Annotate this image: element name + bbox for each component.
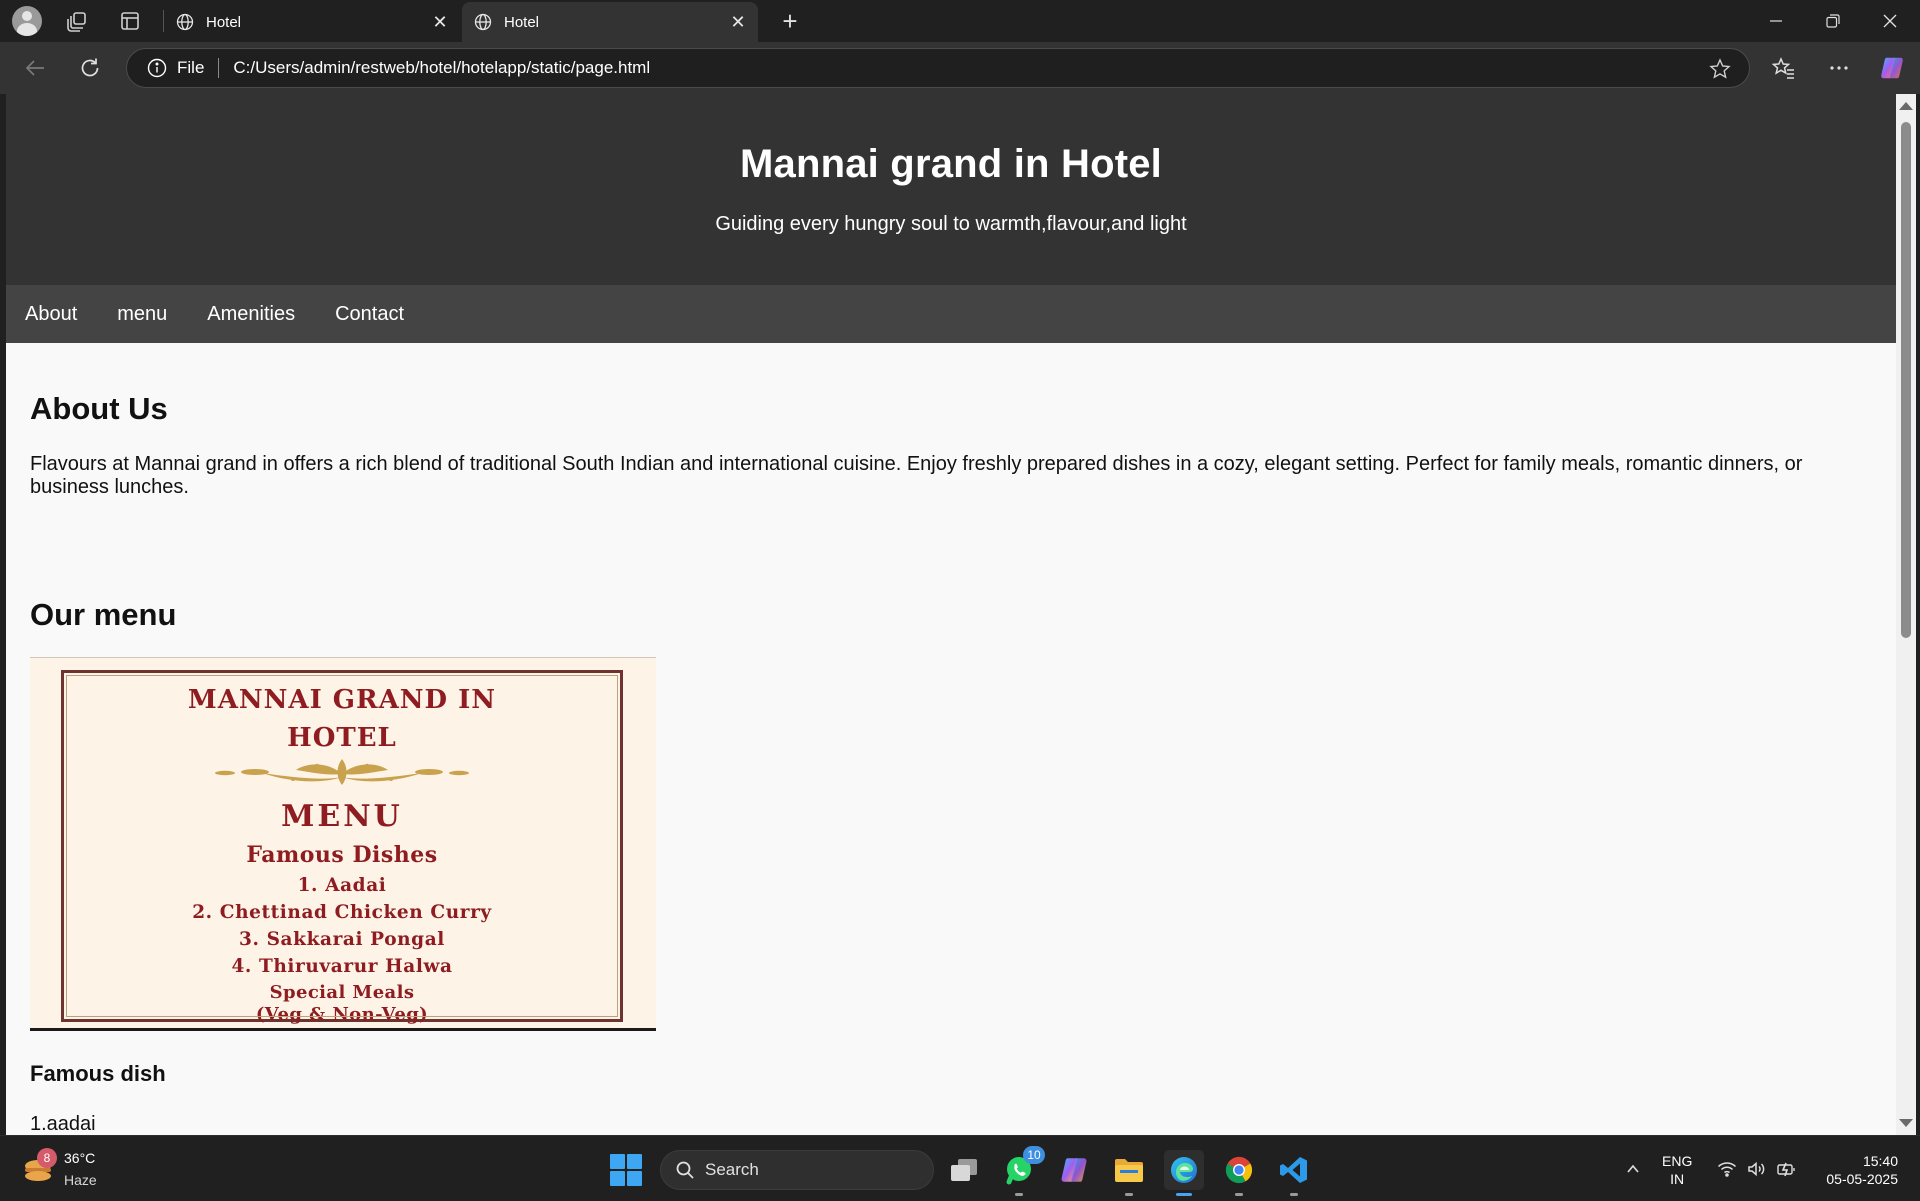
menu-card-hotel-line1: MANNAI GRAND IN <box>187 685 497 715</box>
region-code: IN <box>1670 1171 1685 1187</box>
scroll-up-arrow-icon[interactable] <box>1899 102 1913 110</box>
app-running-indicator <box>1015 1193 1023 1196</box>
nav-link-amenities[interactable]: Amenities <box>207 303 295 326</box>
clock-date: 05-05-2025 <box>1826 1171 1898 1187</box>
app-active-indicator <box>1176 1193 1192 1196</box>
page-scrollbar[interactable] <box>1896 94 1916 1135</box>
taskbar-search[interactable]: Search <box>660 1150 934 1190</box>
url-text[interactable]: C:/Users/admin/restweb/hotel/hotelapp/st… <box>233 58 650 78</box>
ornament-icon <box>215 759 469 785</box>
tab-close-icon[interactable]: ✕ <box>430 12 450 32</box>
menu-card-hotel-line2: HOTEL <box>287 723 397 753</box>
nav-link-menu[interactable]: menu <box>117 303 167 326</box>
nav-link-about[interactable]: About <box>25 303 77 326</box>
weather-description[interactable]: Haze <box>64 1172 97 1188</box>
chevron-up-icon[interactable] <box>1620 1136 1646 1201</box>
menu-card-special-line1: Special Meals <box>269 982 415 1003</box>
clock-time: 15:40 <box>1862 1153 1898 1169</box>
whatsapp-icon[interactable]: 10 <box>999 1146 1045 1196</box>
copilot-app-icon[interactable] <box>1054 1150 1094 1190</box>
wifi-icon[interactable] <box>1714 1136 1740 1201</box>
scroll-down-arrow-icon[interactable] <box>1899 1119 1913 1127</box>
tab-hotel-2[interactable]: Hotel ✕ <box>462 2 758 42</box>
profile-avatar-icon[interactable] <box>12 6 42 36</box>
language-indicator[interactable]: ENG IN <box>1662 1152 1692 1188</box>
search-placeholder: Search <box>705 1160 759 1179</box>
star-icon[interactable] <box>1709 58 1731 80</box>
app-running-indicator <box>1290 1193 1298 1196</box>
scheme-label: File <box>177 58 205 77</box>
app-running-indicator <box>1235 1193 1243 1196</box>
battery-charging-icon[interactable] <box>1774 1136 1800 1201</box>
menu-card-item: 3. Sakkarai Pongal <box>239 929 445 950</box>
browser-toolbar: File C:/Users/admin/restweb/hotel/hotela… <box>0 42 1920 94</box>
vscode-icon[interactable] <box>1274 1150 1314 1196</box>
system-clock[interactable]: 15:40 05-05-2025 <box>1810 1152 1898 1188</box>
tab-close-icon[interactable]: ✕ <box>728 12 748 32</box>
tab-title: Hotel <box>504 13 540 31</box>
workspaces-icon[interactable] <box>63 7 91 35</box>
menu-card: MANNAI GRAND IN HOTEL MENU Famous Dishes… <box>61 670 623 1025</box>
nav-link-contact[interactable]: Contact <box>335 303 404 326</box>
close-window-icon[interactable] <box>1860 0 1920 42</box>
tab-title: Hotel <box>206 13 242 31</box>
restore-icon[interactable] <box>1803 0 1863 42</box>
tab-hotel-1[interactable]: Hotel ✕ <box>164 2 460 42</box>
globe-icon <box>474 13 492 31</box>
menu-image: MANNAI GRAND IN HOTEL MENU Famous Dishes… <box>30 657 656 1031</box>
page-viewport: Mannai grand in Hotel Guiding every hung… <box>6 94 1896 1135</box>
search-icon <box>676 1161 694 1179</box>
weather-temperature[interactable]: 36°C <box>64 1150 95 1166</box>
menu-card-special-line2: (Veg & Non-Veg) <box>255 1004 429 1025</box>
info-icon[interactable] <box>147 58 167 78</box>
menu-card-subtitle: Famous Dishes <box>246 842 438 868</box>
new-tab-plus-icon[interactable]: + <box>776 8 804 36</box>
app-running-indicator <box>1125 1193 1133 1196</box>
menu-card-item: 2. Chettinad Chicken Curry <box>192 902 492 923</box>
back-arrow-icon[interactable] <box>21 54 49 82</box>
chrome-icon[interactable] <box>1219 1150 1259 1196</box>
famous-dish-item: 1.aadai <box>30 1113 96 1135</box>
scroll-thumb[interactable] <box>1901 122 1911 638</box>
main-content: About Us Flavours at Mannai grand in off… <box>6 391 1896 1135</box>
menu-card-item: 1. Aadai <box>297 875 387 896</box>
reload-icon[interactable] <box>76 54 104 82</box>
address-bar[interactable]: File C:/Users/admin/restweb/hotel/hotela… <box>126 48 1750 88</box>
about-text: Flavours at Mannai grand in offers a ric… <box>30 453 1803 498</box>
edge-browser-icon[interactable] <box>1164 1150 1204 1196</box>
minimize-icon[interactable] <box>1746 0 1806 42</box>
windows-taskbar: 8 36°C Haze Search 10 ENG IN 15:40 05-05… <box>0 1135 1920 1200</box>
site-header: Mannai grand in Hotel Guiding every hung… <box>6 94 1896 285</box>
site-nav: About menu Amenities Contact <box>6 285 1896 343</box>
site-tagline: Guiding every hungry soul to warmth,flav… <box>715 213 1187 235</box>
windows-start-icon[interactable] <box>610 1154 642 1186</box>
famous-dish-heading: Famous dish <box>30 1061 166 1086</box>
task-view-icon[interactable] <box>944 1150 984 1190</box>
language-code: ENG <box>1662 1153 1693 1169</box>
weather-alert-badge: 8 <box>37 1148 57 1168</box>
more-icon[interactable] <box>1826 55 1852 81</box>
address-divider <box>218 58 220 78</box>
file-explorer-icon[interactable] <box>1109 1150 1149 1196</box>
whatsapp-badge: 10 <box>1023 1146 1045 1164</box>
menu-card-item: 4. Thiruvarur Halwa <box>231 956 453 977</box>
site-title: Mannai grand in Hotel <box>740 142 1162 186</box>
menu-card-title: MENU <box>281 799 403 834</box>
globe-icon <box>176 13 194 31</box>
volume-icon[interactable] <box>1744 1136 1770 1201</box>
menu-heading: Our menu <box>30 597 177 632</box>
vertical-tabs-icon[interactable] <box>116 7 144 35</box>
about-heading: About Us <box>30 391 168 426</box>
copilot-icon[interactable] <box>1879 55 1905 81</box>
favorites-icon[interactable] <box>1771 55 1797 81</box>
browser-tab-bar: Hotel ✕ Hotel ✕ + <box>0 0 1920 42</box>
